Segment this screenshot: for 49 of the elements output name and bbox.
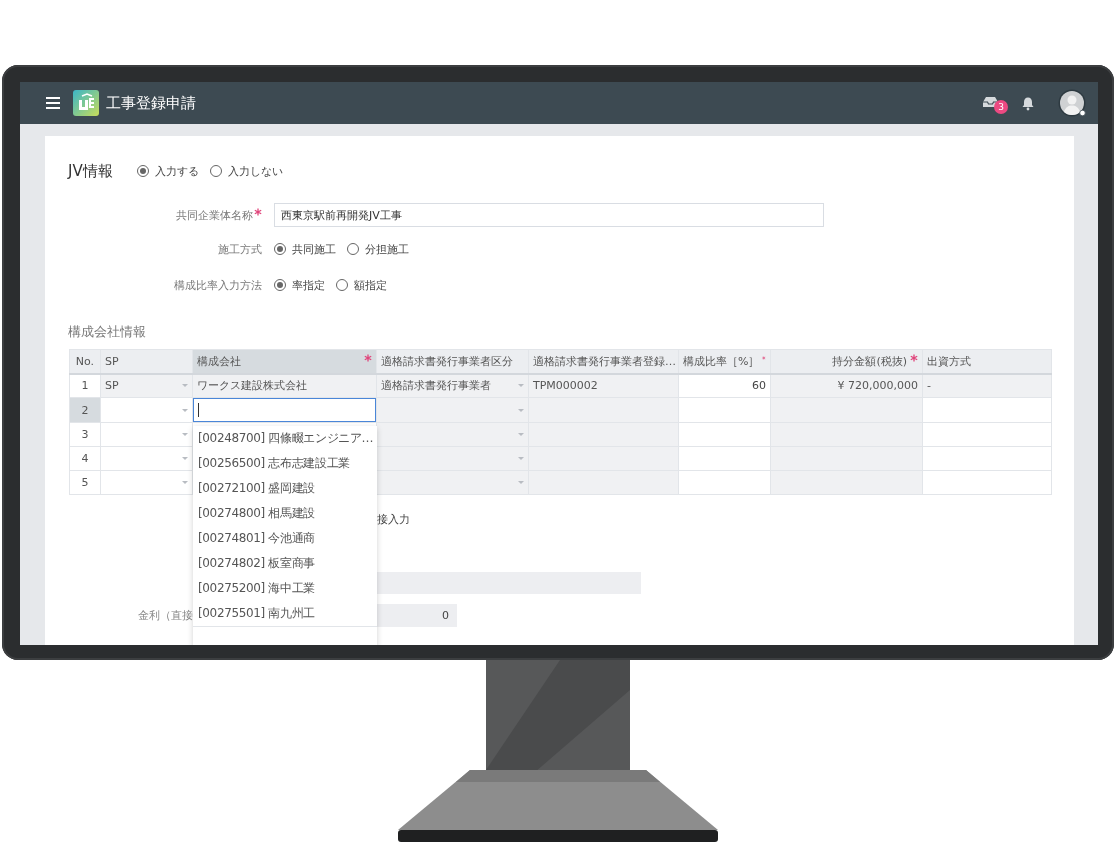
radio-option[interactable]: 共同施工 — [274, 241, 336, 257]
table-cell[interactable]: 60 — [678, 373, 771, 398]
column-label: 構成比率［%］ — [683, 353, 760, 369]
radio-option[interactable]: 率指定 — [274, 277, 325, 293]
menu-item[interactable]: [00274800] 相馬建設 — [193, 501, 377, 526]
section-title: 構成会社情報 — [68, 323, 147, 339]
menu-item[interactable]: [00248700] 四條畷エンジニア… — [193, 426, 377, 451]
radio-option[interactable]: 額指定 — [336, 277, 387, 293]
row-number: 1 — [69, 373, 101, 398]
row-number: 4 — [69, 446, 101, 471]
field-label: 施工方式 — [218, 241, 262, 257]
menu-item[interactable]: [00272100] 盛岡建設 — [193, 476, 377, 501]
avatar[interactable] — [1058, 89, 1086, 117]
column-label: 持分金額(税抜) — [832, 353, 907, 369]
input-field[interactable] — [193, 398, 376, 422]
column-label: 適格請求書発行事業者登録… — [533, 353, 676, 369]
menu-item[interactable]: [00275501] 南九州工 — [193, 601, 377, 626]
table-cell: - — [922, 373, 1052, 398]
column-label: SP — [105, 354, 119, 368]
section-title: JV情報 — [68, 161, 113, 181]
field-label: 金利（直接 — [138, 609, 193, 622]
radio-option[interactable]: 入力しない — [209, 163, 283, 179]
column-label: 適格請求書発行事業者区分 — [381, 353, 513, 369]
field-label: 共同企業体名称 — [176, 207, 253, 223]
menu-item[interactable]: [00256500] 志布志建設工業 — [193, 451, 377, 476]
table-cell: ¥ 720,000,000 — [770, 373, 923, 398]
option-label: 接入力 — [377, 512, 411, 528]
input-field[interactable]: 西東京駅前再開発JV工事 — [274, 203, 824, 227]
column-label: 出資方式 — [927, 353, 971, 369]
column-label: 構成会社 — [197, 353, 241, 369]
bell-icon[interactable] — [1022, 95, 1034, 111]
app-title: 工事登録申請 — [106, 93, 196, 113]
radio-option[interactable]: 入力する — [136, 163, 199, 179]
table-cell: TPM000002 — [528, 373, 679, 398]
menu-item[interactable]: [00274802] 板室商事 — [193, 551, 377, 576]
menu-icon[interactable] — [46, 97, 60, 109]
column-label: No. — [75, 354, 95, 368]
row-number: 2 — [69, 397, 101, 423]
field-label: 構成比率入力方法 — [174, 277, 262, 293]
text-cursor — [198, 403, 199, 417]
readonly-field: 0 — [376, 604, 457, 627]
row-number: 3 — [69, 422, 101, 447]
table-cell: ワークス建設株式会社 — [192, 373, 377, 398]
row-number: 5 — [69, 470, 101, 495]
menu-item[interactable]: [00275200] 海中工業 — [193, 576, 377, 601]
notification-badge: 3 — [994, 100, 1008, 114]
menu-item[interactable]: [00274801] 今池通商 — [193, 526, 377, 551]
app-logo — [73, 90, 99, 116]
radio-option[interactable]: 分担施工 — [347, 241, 409, 257]
